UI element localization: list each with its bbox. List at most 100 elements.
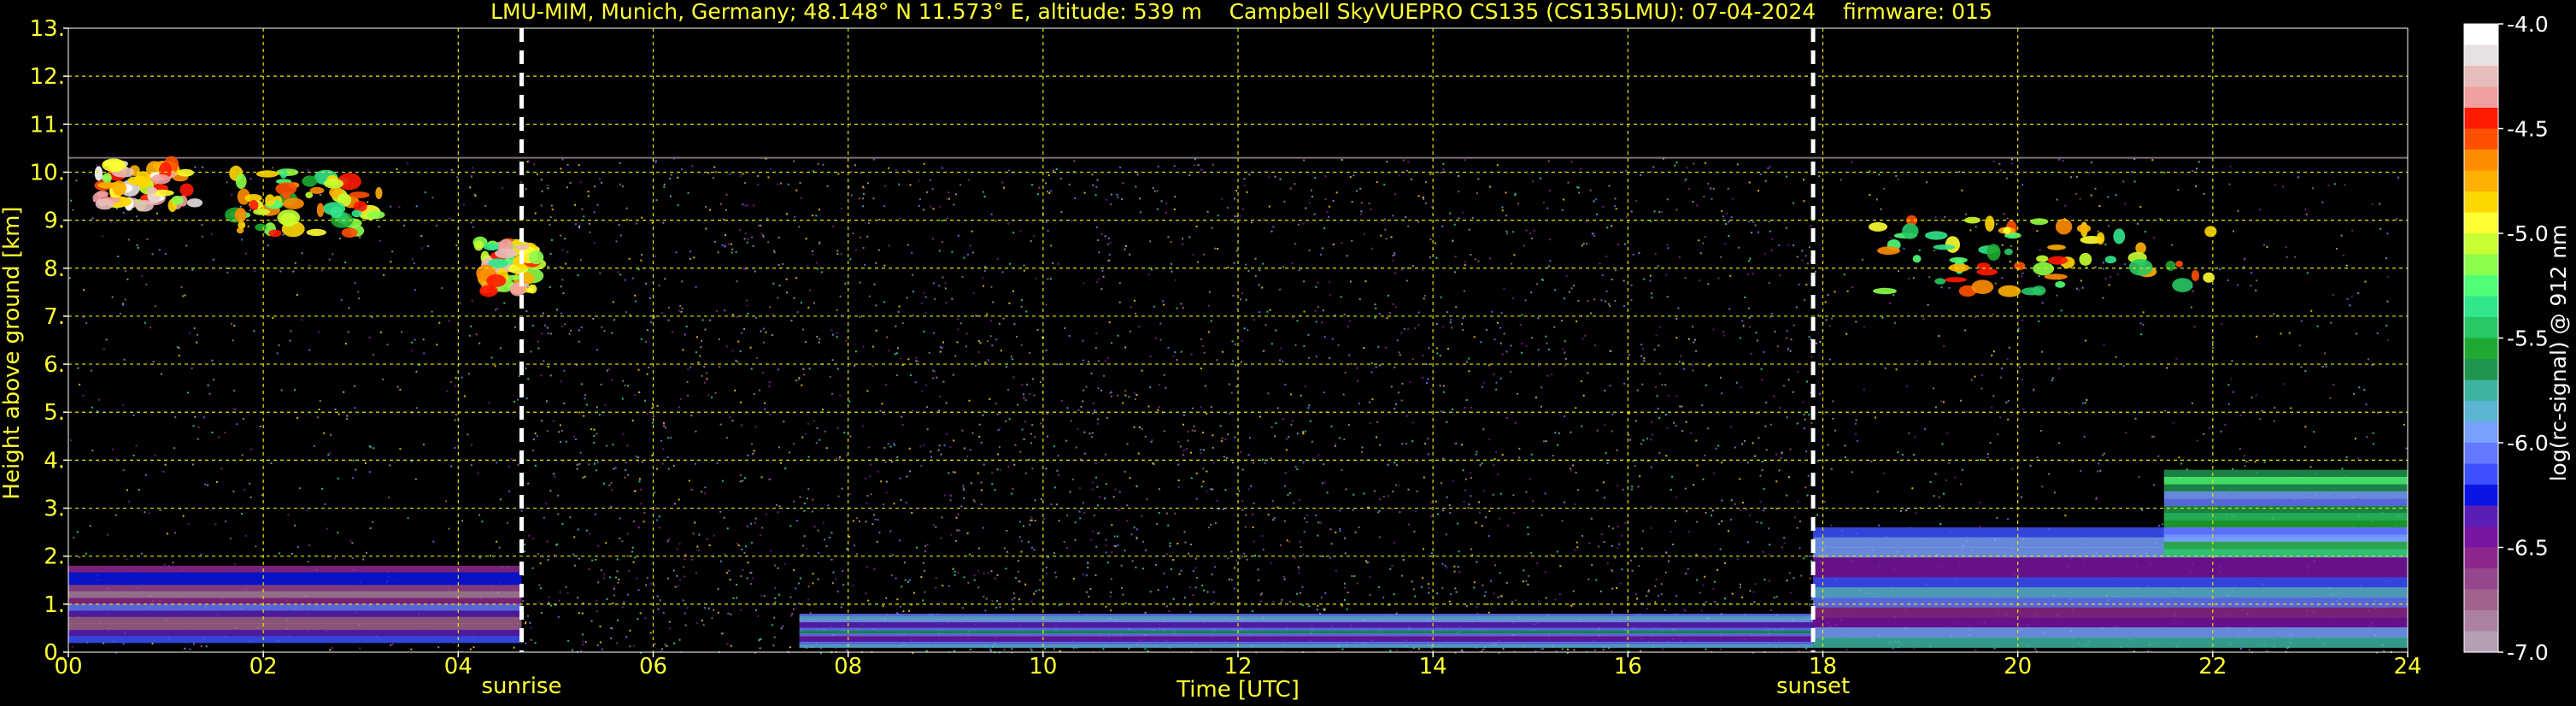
cloud-blob bbox=[316, 203, 325, 218]
cloud-blob bbox=[1868, 221, 1888, 232]
layer-band bbox=[68, 597, 522, 605]
x-axis-label: Time [UTC] bbox=[1176, 677, 1300, 703]
layer-band bbox=[2163, 484, 2408, 492]
cloud-blob bbox=[171, 195, 184, 205]
layer-band bbox=[68, 591, 522, 598]
cloud-blob bbox=[1985, 215, 1995, 232]
x-tick-label: 02 bbox=[249, 654, 278, 680]
cloud-blob bbox=[2096, 232, 2105, 245]
colorbar-swatch bbox=[2464, 463, 2498, 485]
cloud-blob bbox=[2047, 256, 2068, 265]
cloud-blob bbox=[473, 240, 484, 251]
cloud-blob bbox=[265, 194, 275, 207]
cloud-blob bbox=[2055, 218, 2073, 235]
cloud-blob bbox=[1873, 287, 1897, 295]
cloud-blob bbox=[1949, 256, 1968, 263]
cloud-blob bbox=[1934, 278, 1946, 285]
y-tick-label: 7. bbox=[44, 304, 65, 330]
cloud-blob bbox=[1902, 223, 1919, 239]
y-axis-label: Height above ground [km] bbox=[0, 206, 25, 499]
colorbar-swatch bbox=[2464, 610, 2498, 632]
x-tick-label: 16 bbox=[1614, 654, 1642, 680]
cloud-blob bbox=[1971, 279, 1994, 295]
y-tick-label: 3. bbox=[44, 497, 65, 522]
cloud-blob bbox=[238, 221, 246, 229]
cloud-blob bbox=[268, 229, 282, 238]
layer-band bbox=[2163, 498, 2408, 507]
cloud-blob bbox=[102, 158, 126, 172]
layer-band bbox=[1813, 607, 2408, 618]
cloud-blob bbox=[275, 182, 297, 196]
layer-band bbox=[799, 644, 1814, 648]
colorbar-tick-label: -6.5 bbox=[2507, 536, 2549, 561]
colorbar-swatch bbox=[2464, 212, 2498, 234]
colorbar-swatch bbox=[2464, 191, 2498, 214]
colorbar-swatch bbox=[2464, 505, 2498, 527]
x-tick-label: 20 bbox=[2004, 654, 2032, 680]
cloud-blob bbox=[2175, 261, 2184, 268]
layer-band bbox=[799, 614, 1814, 617]
layer-band bbox=[2163, 520, 2408, 528]
cloud-blob bbox=[2036, 255, 2049, 262]
y-tick-label: 12. bbox=[30, 64, 65, 90]
layer-band bbox=[1813, 617, 2408, 628]
cloud-blob bbox=[2172, 278, 2193, 292]
layer-band bbox=[68, 578, 522, 585]
cloud-blob bbox=[479, 285, 498, 297]
cloud-blob bbox=[2033, 262, 2055, 276]
colorbar-swatch bbox=[2464, 296, 2498, 318]
colorbar-swatch bbox=[2464, 44, 2498, 67]
cloud-blob bbox=[186, 198, 203, 208]
layer-band bbox=[68, 585, 522, 592]
cloud-blob bbox=[1948, 263, 1970, 273]
cloud-blob bbox=[96, 191, 109, 197]
x-tick-label: 18 bbox=[1809, 654, 1837, 680]
x-tick-label: 12 bbox=[1223, 654, 1252, 680]
colorbar-tick-label: -7.0 bbox=[2507, 640, 2549, 665]
colorbar-swatch bbox=[2464, 421, 2498, 444]
cloud-blob bbox=[1877, 246, 1900, 256]
colorbar-swatch bbox=[2464, 24, 2498, 46]
layer-band bbox=[1813, 637, 2408, 648]
colorbar-swatch bbox=[2464, 317, 2498, 339]
cloud-blob bbox=[330, 206, 343, 219]
cloud-blob bbox=[255, 170, 279, 178]
layer-band bbox=[68, 572, 522, 580]
cloud-blob bbox=[282, 197, 304, 209]
layer-band bbox=[1813, 587, 2408, 598]
cloud-blob bbox=[483, 243, 500, 251]
layer-band bbox=[799, 633, 1814, 637]
cloud-blob bbox=[1986, 244, 2001, 261]
cloud-blob bbox=[135, 200, 154, 212]
y-tick-label: 2. bbox=[44, 544, 65, 570]
cloud-blob bbox=[151, 174, 171, 185]
cloud-blob bbox=[2032, 285, 2046, 296]
cloud-blob bbox=[1976, 268, 1998, 276]
colorbar-swatch bbox=[2464, 589, 2498, 611]
cloud-blob bbox=[2128, 259, 2153, 276]
y-tick-label: 1. bbox=[44, 592, 65, 618]
cloud-blob bbox=[1945, 277, 1967, 283]
y-tick-label: 9. bbox=[44, 209, 65, 234]
layer-band bbox=[799, 630, 1814, 634]
colorbar-swatch bbox=[2464, 66, 2498, 88]
cloud-blob bbox=[528, 250, 544, 265]
colorbar-tick-label: -4.5 bbox=[2507, 117, 2549, 142]
cloud-blob bbox=[2055, 281, 2066, 288]
layer-band bbox=[2163, 505, 2408, 514]
layer-band bbox=[1813, 557, 2408, 568]
cloud-blob bbox=[2014, 262, 2026, 271]
x-tick-label: 22 bbox=[2198, 654, 2227, 680]
cloud-blob bbox=[2076, 224, 2092, 233]
cloud-blob bbox=[2113, 228, 2126, 244]
cloud-blob bbox=[495, 248, 518, 259]
cloud-blob bbox=[147, 186, 157, 195]
cloud-blob bbox=[133, 175, 148, 185]
x-tick-label: 10 bbox=[1029, 654, 1057, 680]
colorbar-swatch bbox=[2464, 275, 2498, 297]
layer-band bbox=[1813, 567, 2408, 578]
cloud-blob bbox=[2044, 274, 2068, 280]
cloud-blob bbox=[323, 179, 344, 189]
layer-band bbox=[799, 636, 1814, 640]
feature-cirrus-sunrise bbox=[472, 236, 547, 297]
